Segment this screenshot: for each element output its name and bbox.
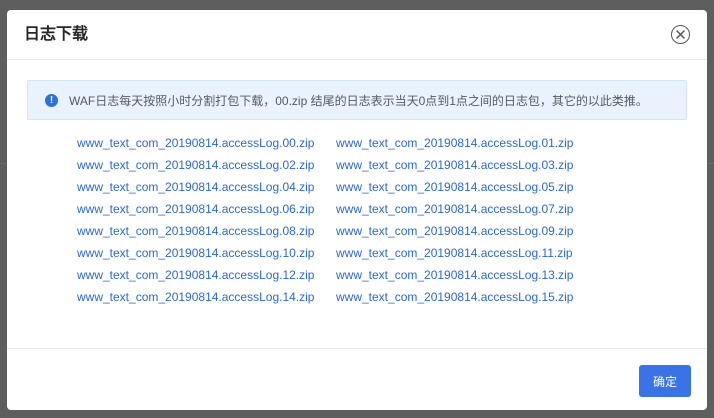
info-icon: ! [45, 93, 58, 107]
file-download-link[interactable]: www_text_com_20190814.accessLog.08.zip [77, 220, 336, 242]
close-icon [676, 30, 685, 39]
file-download-link[interactable]: www_text_com_20190814.accessLog.05.zip [336, 176, 595, 198]
file-download-link[interactable]: www_text_com_20190814.accessLog.14.zip [77, 286, 336, 308]
confirm-button[interactable]: 确定 [639, 365, 691, 397]
file-download-link[interactable]: www_text_com_20190814.accessLog.09.zip [336, 220, 595, 242]
log-download-dialog: 日志下载 ! WAF日志每天按照小时分割打包下载，00.zip 结尾的日志表示当… [7, 10, 707, 410]
close-button[interactable] [671, 25, 690, 44]
file-download-link[interactable]: www_text_com_20190814.accessLog.15.zip [336, 286, 595, 308]
file-download-link[interactable]: www_text_com_20190814.accessLog.02.zip [77, 154, 336, 176]
file-download-link[interactable]: www_text_com_20190814.accessLog.10.zip [77, 242, 336, 264]
file-download-link[interactable]: www_text_com_20190814.accessLog.06.zip [77, 198, 336, 220]
file-download-link[interactable]: www_text_com_20190814.accessLog.01.zip [336, 132, 595, 154]
file-download-link[interactable]: www_text_com_20190814.accessLog.04.zip [77, 176, 336, 198]
file-list: www_text_com_20190814.accessLog.00.zip ww… [77, 132, 595, 308]
file-download-link[interactable]: www_text_com_20190814.accessLog.11.zip [336, 242, 595, 264]
file-download-link[interactable]: www_text_com_20190814.accessLog.03.zip [336, 154, 595, 176]
file-download-link[interactable]: www_text_com_20190814.accessLog.13.zip [336, 264, 595, 286]
notice-text: WAF日志每天按照小时分割打包下载，00.zip 结尾的日志表示当天0点到1点之… [69, 93, 648, 108]
file-download-link[interactable]: www_text_com_20190814.accessLog.00.zip [77, 132, 336, 154]
dialog-footer: 确定 [7, 348, 707, 410]
dialog-header: 日志下载 [7, 10, 707, 60]
file-download-link[interactable]: www_text_com_20190814.accessLog.07.zip [336, 198, 595, 220]
file-download-link[interactable]: www_text_com_20190814.accessLog.12.zip [77, 264, 336, 286]
dialog-title: 日志下载 [24, 26, 89, 43]
info-notice: ! WAF日志每天按照小时分割打包下载，00.zip 结尾的日志表示当天0点到1… [27, 80, 687, 120]
